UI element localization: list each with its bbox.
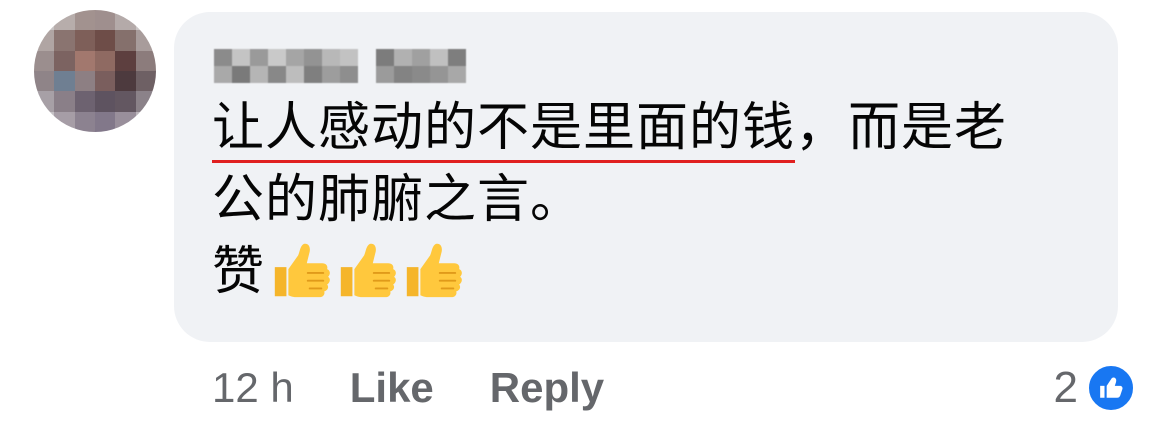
comment-actions: 12 h Like Reply <box>212 358 660 418</box>
reply-button[interactable]: Reply <box>490 364 604 412</box>
like-button[interactable]: Like <box>350 364 434 412</box>
comment-line1-rest: ，而是老 <box>795 98 1008 158</box>
reaction-count: 2 <box>1053 363 1078 412</box>
comment-line3-text: 赞 <box>212 242 266 302</box>
reaction-summary[interactable]: 2 <box>1054 360 1136 416</box>
thumbs-up-emoji <box>406 243 462 298</box>
comment-line2: 公的肺腑之言。 <box>212 170 584 230</box>
avatar[interactable] <box>34 10 156 132</box>
underlined-phrase: 让人感动的不是里面的钱 <box>212 98 796 163</box>
commenter-name-censored[interactable] <box>214 46 466 86</box>
comment-timestamp[interactable]: 12 h <box>212 364 294 412</box>
thumbs-up-emoji-group <box>265 239 463 311</box>
thumbs-up-emoji <box>274 243 330 298</box>
like-icon <box>1086 363 1136 413</box>
comment-text: 让人感动的不是里面的钱，而是老 公的肺腑之言。 赞 <box>212 92 1102 311</box>
thumbs-up-emoji <box>340 243 396 298</box>
comment-item: 让人感动的不是里面的钱，而是老 公的肺腑之言。 赞 12 h Like Repl… <box>0 0 1170 426</box>
comment-bubble: 让人感动的不是里面的钱，而是老 公的肺腑之言。 赞 <box>174 12 1118 342</box>
